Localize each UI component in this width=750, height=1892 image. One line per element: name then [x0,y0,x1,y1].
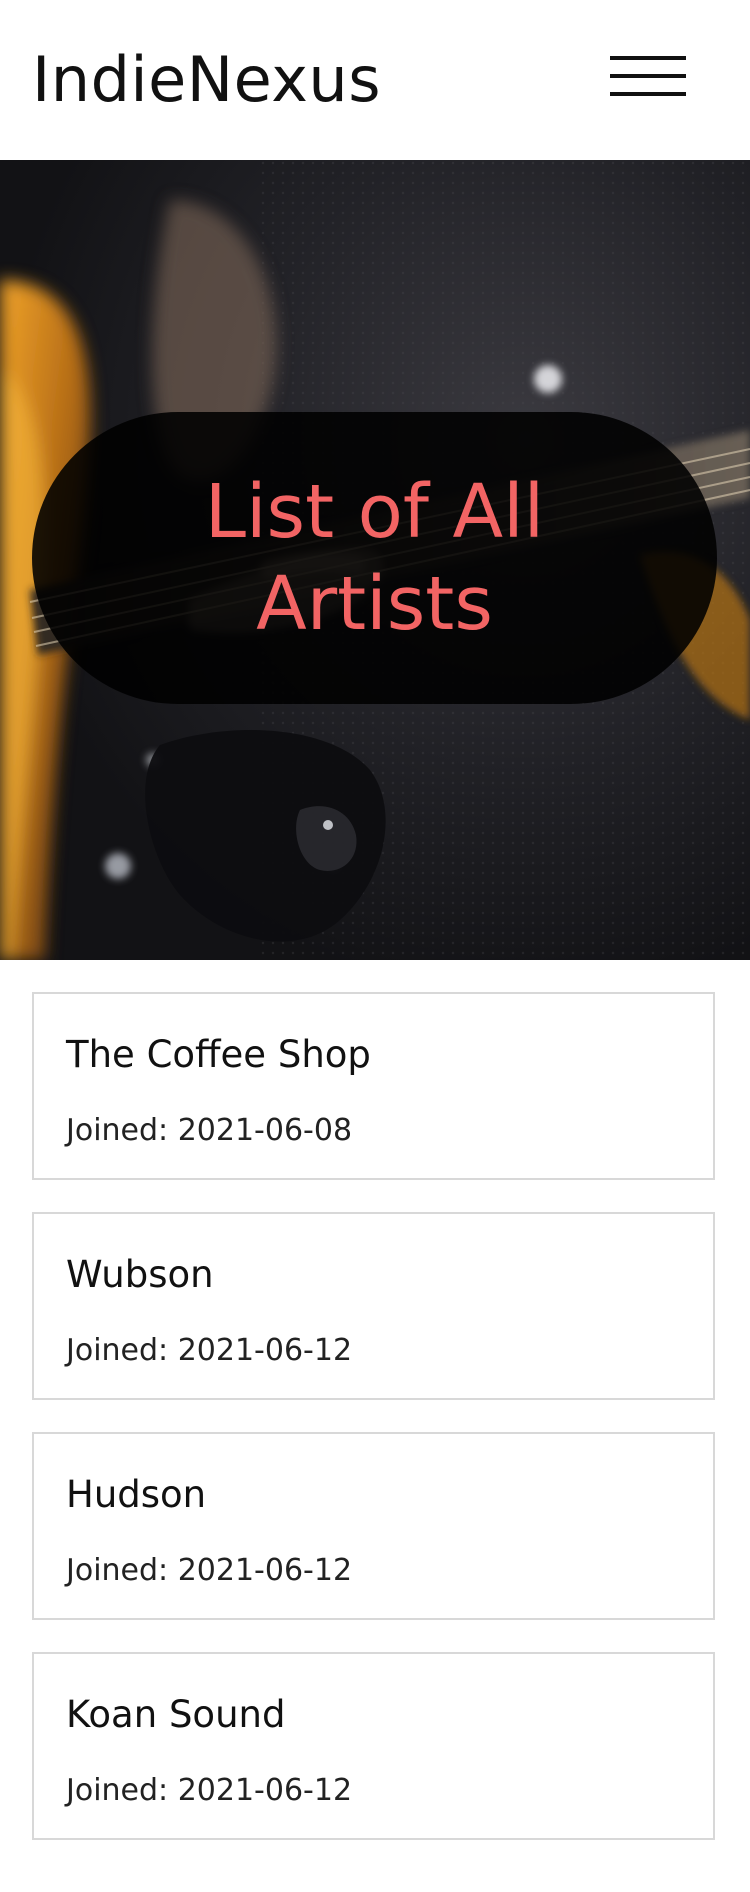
site-header: IndieNexus [0,0,750,160]
artist-card[interactable]: Wubson Joined: 2021-06-12 [32,1212,715,1400]
hero-banner: List of All Artists [0,160,750,960]
artist-name: Hudson [66,1473,207,1516]
artist-card[interactable]: The Coffee Shop Joined: 2021-06-08 [32,992,715,1180]
menu-line-bottom [610,92,686,96]
hero-title-badge: List of All Artists [32,412,717,704]
artist-name: Koan Sound [66,1693,286,1736]
artist-joined-date: Joined: 2021-06-12 [66,1553,353,1588]
artist-joined-date: Joined: 2021-06-12 [66,1773,353,1808]
artist-card[interactable]: Koan Sound Joined: 2021-06-12 [32,1652,715,1840]
artist-name: Wubson [66,1253,214,1296]
page-title: List of All Artists [204,469,545,647]
menu-line-middle [610,74,686,78]
artist-list: The Coffee Shop Joined: 2021-06-08 Wubso… [0,960,750,1840]
menu-line-top [610,56,686,60]
artist-joined-date: Joined: 2021-06-12 [66,1333,353,1368]
artist-name: The Coffee Shop [66,1033,371,1076]
artist-joined-date: Joined: 2021-06-08 [66,1113,353,1148]
brand-logo[interactable]: IndieNexus [32,40,381,120]
artist-card[interactable]: Hudson Joined: 2021-06-12 [32,1432,715,1620]
hamburger-menu-icon[interactable] [606,50,690,106]
